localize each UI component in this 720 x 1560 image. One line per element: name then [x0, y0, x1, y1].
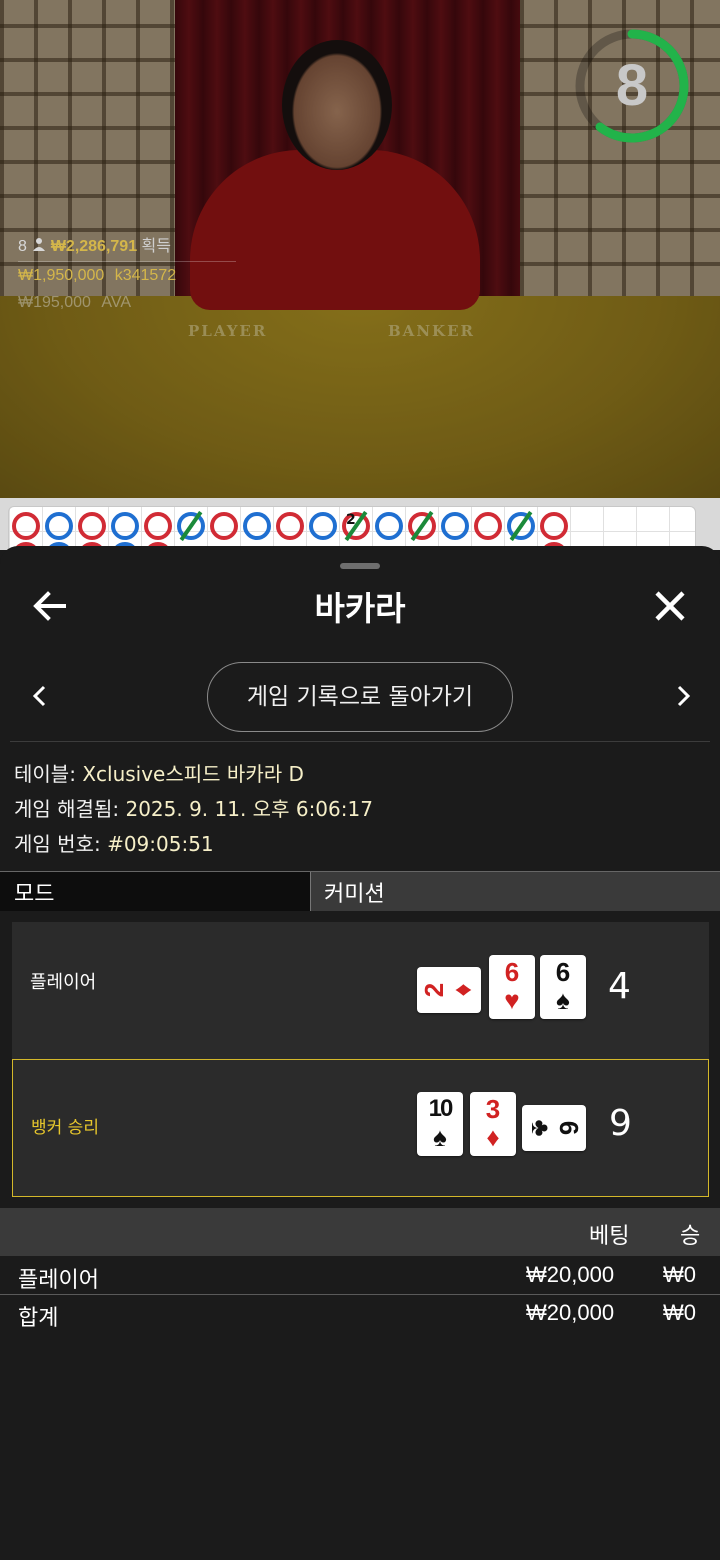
game-number-value: #09:05:51: [107, 832, 214, 856]
divider: [10, 741, 710, 742]
page-title: 바카라: [314, 589, 406, 628]
bets-row-bet: ₩20,000: [526, 1262, 615, 1287]
previous-game-button[interactable]: [26, 676, 56, 716]
road-tie-count: 2: [346, 512, 356, 528]
road-bead-banker: [78, 512, 106, 540]
bets-header-bet: 베팅: [589, 1224, 630, 1249]
winners-count: 8: [18, 238, 27, 255]
bets-total-win: ₩0: [663, 1300, 696, 1325]
player-hand-label: 플레이어: [30, 972, 97, 993]
roadmap-strip[interactable]: 2: [0, 498, 720, 550]
chevron-left-icon: [32, 685, 46, 707]
mode-value: 커미션: [324, 882, 385, 907]
winner-entry: ₩1,950,000 k341572: [18, 267, 176, 285]
winner-user: k341572: [114, 267, 177, 284]
next-game-button[interactable]: [668, 676, 698, 716]
road-bead-player: [441, 512, 469, 540]
live-video: PLAYER BANKER 8 8 ₩2,286,791 획득 ₩1,950,0…: [0, 0, 720, 498]
mode-label: 모드: [14, 882, 55, 907]
player-hand: 플레이어 2 ♦ 6 ♥ 6 ♠ 4: [12, 922, 709, 1060]
game-number-info: 게임 번호: #09:05:51: [14, 828, 214, 857]
winner-entry: ₩195,000 AVA: [18, 294, 131, 312]
mode-row: 모드 커미션: [0, 871, 720, 911]
road-bead-player: [111, 512, 139, 540]
banker-hand-label: 뱅커 승리: [31, 1118, 99, 1138]
mode-cell: 모드: [0, 872, 311, 911]
player-score: 4: [608, 966, 631, 1007]
bets-table-header: 베팅 승: [0, 1208, 720, 1256]
road-bead-player: [243, 512, 271, 540]
winners-summary: 8 ₩2,286,791 획득: [18, 232, 171, 256]
bets-total-row: 합계 ₩20,000 ₩0: [0, 1296, 720, 1334]
road-bead-banker: [540, 512, 568, 540]
chevron-right-icon: [677, 685, 691, 707]
sheet-drag-handle[interactable]: [340, 563, 380, 569]
person-icon: [33, 237, 46, 256]
close-icon: [655, 591, 685, 621]
resolved-info-value: 2025. 9. 11. 오후 6:06:17: [125, 797, 373, 821]
bets-row-win: ₩0: [663, 1262, 696, 1287]
winner-amount: ₩1,950,000: [18, 267, 105, 284]
back-to-history-button[interactable]: 게임 기록으로 돌아가기: [207, 662, 513, 732]
road-bead-player: [375, 512, 403, 540]
bets-row-label: 플레이어: [18, 1268, 99, 1293]
winner-amount: ₩195,000: [18, 294, 91, 311]
bets-header-win: 승: [680, 1224, 701, 1249]
road-bead-banker: [144, 512, 172, 540]
road-bead-banker: [276, 512, 304, 540]
banker-card-3: 6 ♣: [522, 1105, 586, 1151]
winner-user: AVA: [101, 294, 132, 311]
resolved-info-label: 게임 해결됨:: [14, 797, 120, 821]
player-card-3: 6 ♠: [540, 955, 586, 1019]
road-bead-player: [309, 512, 337, 540]
road-bead-player: [45, 512, 73, 540]
countdown-number: 8: [615, 53, 649, 118]
player-card-1: 2 ♦: [417, 967, 481, 1013]
winners-suffix: 획득: [141, 238, 171, 255]
banker-card-1: 10 ♠: [417, 1092, 463, 1156]
table-info-value: Xclusive스피드 바카라 D: [82, 762, 304, 786]
banker-score: 9: [609, 1103, 632, 1144]
road-bead-banker: [474, 512, 502, 540]
table-info-label: 테이블:: [14, 762, 76, 786]
road-bead-banker: [12, 512, 40, 540]
close-button[interactable]: [648, 584, 692, 628]
bets-row: 플레이어 ₩20,000 ₩0: [0, 1258, 720, 1296]
banker-card-2: 3 ♦: [470, 1092, 516, 1156]
banker-hand: 뱅커 승리 10 ♠ 3 ♦ 6 ♣ 9: [12, 1059, 709, 1197]
bets-total-label: 합계: [18, 1306, 59, 1331]
player-card-2: 6 ♥: [489, 955, 535, 1019]
winners-total: ₩2,286,791: [50, 238, 138, 255]
road-bead-banker: [210, 512, 238, 540]
table-info: 테이블: Xclusive스피드 바카라 D: [14, 758, 304, 787]
resolved-info: 게임 해결됨: 2025. 9. 11. 오후 6:06:17: [14, 793, 373, 822]
game-number-label: 게임 번호:: [14, 832, 101, 856]
bets-total-bet: ₩20,000: [526, 1300, 615, 1325]
game-history-sheet: 바카라 게임 기록으로 돌아가기 테이블: Xclusive스피드 바카라 D …: [0, 546, 720, 1560]
